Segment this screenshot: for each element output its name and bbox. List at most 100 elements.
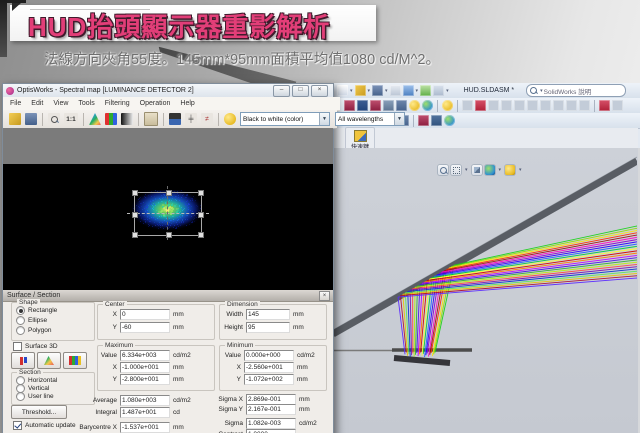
restore-button[interactable]: □ — [292, 85, 309, 97]
luminance-map[interactable] — [3, 128, 333, 291]
minimum-value: 0.000e+000 — [244, 350, 294, 361]
insert-component-icon[interactable] — [462, 100, 473, 111]
panel-close-button[interactable]: × — [319, 291, 330, 301]
reference-geometry-icon[interactable] — [553, 100, 564, 111]
wavelengths-dropdown[interactable]: All wavelengths ▼ — [335, 112, 405, 126]
menu-edit[interactable]: Edit — [31, 100, 43, 107]
display-style-icon[interactable] — [396, 100, 407, 111]
open-icon[interactable] — [355, 85, 366, 96]
menu-help[interactable]: Help — [180, 100, 194, 107]
move-component-icon[interactable] — [514, 100, 525, 111]
bill-of-materials-icon[interactable] — [566, 100, 577, 111]
palette-dropdown[interactable]: Black to white (color) ▼ — [240, 112, 330, 126]
zoom-icon[interactable] — [48, 113, 60, 125]
handle-w[interactable] — [132, 212, 138, 218]
center-x-input[interactable]: 0 — [120, 309, 170, 320]
lightbulb-icon[interactable] — [409, 100, 420, 111]
radio-userline[interactable]: User line — [16, 392, 54, 401]
unit-label: mm — [299, 406, 310, 413]
color-space-button[interactable] — [37, 352, 61, 369]
field-label: X — [99, 311, 117, 318]
radio-ellipse[interactable]: Ellipse — [16, 316, 47, 325]
chevron-down-icon: ▾ — [385, 88, 388, 94]
shaded-view-icon[interactable] — [422, 100, 433, 111]
handle-s[interactable] — [166, 232, 172, 238]
menu-tools[interactable]: Tools — [78, 100, 94, 107]
mate-icon[interactable] — [475, 100, 486, 111]
close-button[interactable]: × — [311, 85, 328, 97]
center-y-input[interactable]: -60 — [120, 322, 170, 333]
smart-fastener-icon[interactable] — [501, 100, 512, 111]
measure-icon[interactable]: ≠ — [201, 113, 213, 125]
handle-ne[interactable] — [198, 190, 204, 196]
rgb-bars-icon[interactable] — [105, 113, 117, 125]
lamp-icon[interactable] — [224, 113, 236, 125]
surface3d-checkbox[interactable]: Surface 3D — [13, 342, 58, 351]
maximum-y-row: Y -2.800e+001 mm — [99, 374, 184, 385]
linear-pattern-icon[interactable] — [488, 100, 499, 111]
new-document-icon[interactable] — [337, 85, 348, 96]
minimize-button[interactable]: – — [273, 85, 290, 97]
unit-label: cd/m2 — [173, 397, 191, 404]
view-orientation-icon[interactable] — [344, 100, 355, 111]
two-tone-map-icon[interactable] — [169, 113, 181, 125]
selection-rectangle[interactable] — [134, 192, 202, 236]
help-lamp-icon[interactable] — [442, 100, 453, 111]
sigma-value: 1.082e-003 — [246, 418, 296, 429]
handle-sw[interactable] — [132, 232, 138, 238]
search-input[interactable]: ▾ SolidWorks 說明 — [526, 84, 626, 97]
histogram-button[interactable] — [11, 352, 35, 369]
interference-icon[interactable] — [612, 100, 623, 111]
mate-error-icon[interactable] — [599, 100, 610, 111]
menu-file[interactable]: File — [10, 100, 21, 107]
handle-n[interactable] — [166, 190, 172, 196]
show-hidden-icon[interactable] — [527, 100, 538, 111]
width-input[interactable]: 145 — [246, 309, 290, 320]
options-icon[interactable] — [433, 85, 444, 96]
field-label: Average — [61, 397, 117, 404]
minimum-x: -2.560e+001 — [244, 362, 294, 373]
undo-icon[interactable] — [403, 85, 414, 96]
panel-header[interactable]: Surface / Section × — [3, 290, 333, 302]
center-y-row: Y -60 mm — [99, 322, 184, 333]
sw-feature-band — [331, 128, 638, 149]
menu-filtering[interactable]: Filtering — [105, 100, 130, 107]
unit-label: mm — [297, 376, 308, 383]
handle-nw[interactable] — [132, 190, 138, 196]
maximum-y: -2.800e+001 — [120, 374, 170, 385]
height-input[interactable]: 95 — [246, 322, 290, 333]
color-triangle-icon[interactable] — [89, 113, 101, 125]
threshold-button[interactable]: Threshold... — [11, 405, 67, 419]
handle-e[interactable] — [198, 212, 204, 218]
assembly-features-icon[interactable] — [540, 100, 551, 111]
menu-operation[interactable]: Operation — [140, 100, 171, 107]
chevron-down-icon: ▼ — [319, 113, 329, 125]
sensor-icon[interactable] — [431, 115, 442, 126]
maximum-value-row: Value 6.334e+003 cd/m2 — [99, 350, 191, 361]
field-label: Sigma — [199, 420, 243, 427]
print-icon[interactable] — [390, 85, 401, 96]
radio-polygon[interactable]: Polygon — [16, 326, 52, 335]
surface-section-panel: Surface / Section × Shape Rectangle Elli… — [3, 290, 333, 433]
render-icon[interactable] — [444, 115, 455, 126]
appearance-icon[interactable] — [370, 100, 381, 111]
rebuild-icon[interactable] — [420, 85, 431, 96]
save-icon[interactable] — [372, 85, 383, 96]
save-icon[interactable] — [25, 113, 37, 125]
unit-label: mm — [173, 376, 184, 383]
optisworks-titlebar[interactable]: OptisWorks - Spectral map [LUMINANCE DET… — [3, 84, 333, 98]
hide-show-icon[interactable] — [357, 100, 368, 111]
zoom-1to1-icon[interactable]: 1:1 — [64, 113, 78, 125]
gray-ramp-icon[interactable] — [121, 113, 133, 125]
radio-polygon-label: Polygon — [28, 327, 52, 334]
radio-rectangle[interactable]: Rectangle — [16, 306, 57, 315]
levels-slider-icon[interactable]: ╪ — [185, 113, 197, 125]
clipboard-icon[interactable] — [144, 112, 158, 126]
exploded-view-icon[interactable] — [579, 100, 590, 111]
handle-se[interactable] — [198, 232, 204, 238]
menu-view[interactable]: View — [53, 100, 68, 107]
section-view-icon[interactable] — [383, 100, 394, 111]
color-grid-button[interactable] — [63, 352, 87, 369]
open-icon[interactable] — [9, 113, 21, 125]
source-icon[interactable] — [418, 115, 429, 126]
